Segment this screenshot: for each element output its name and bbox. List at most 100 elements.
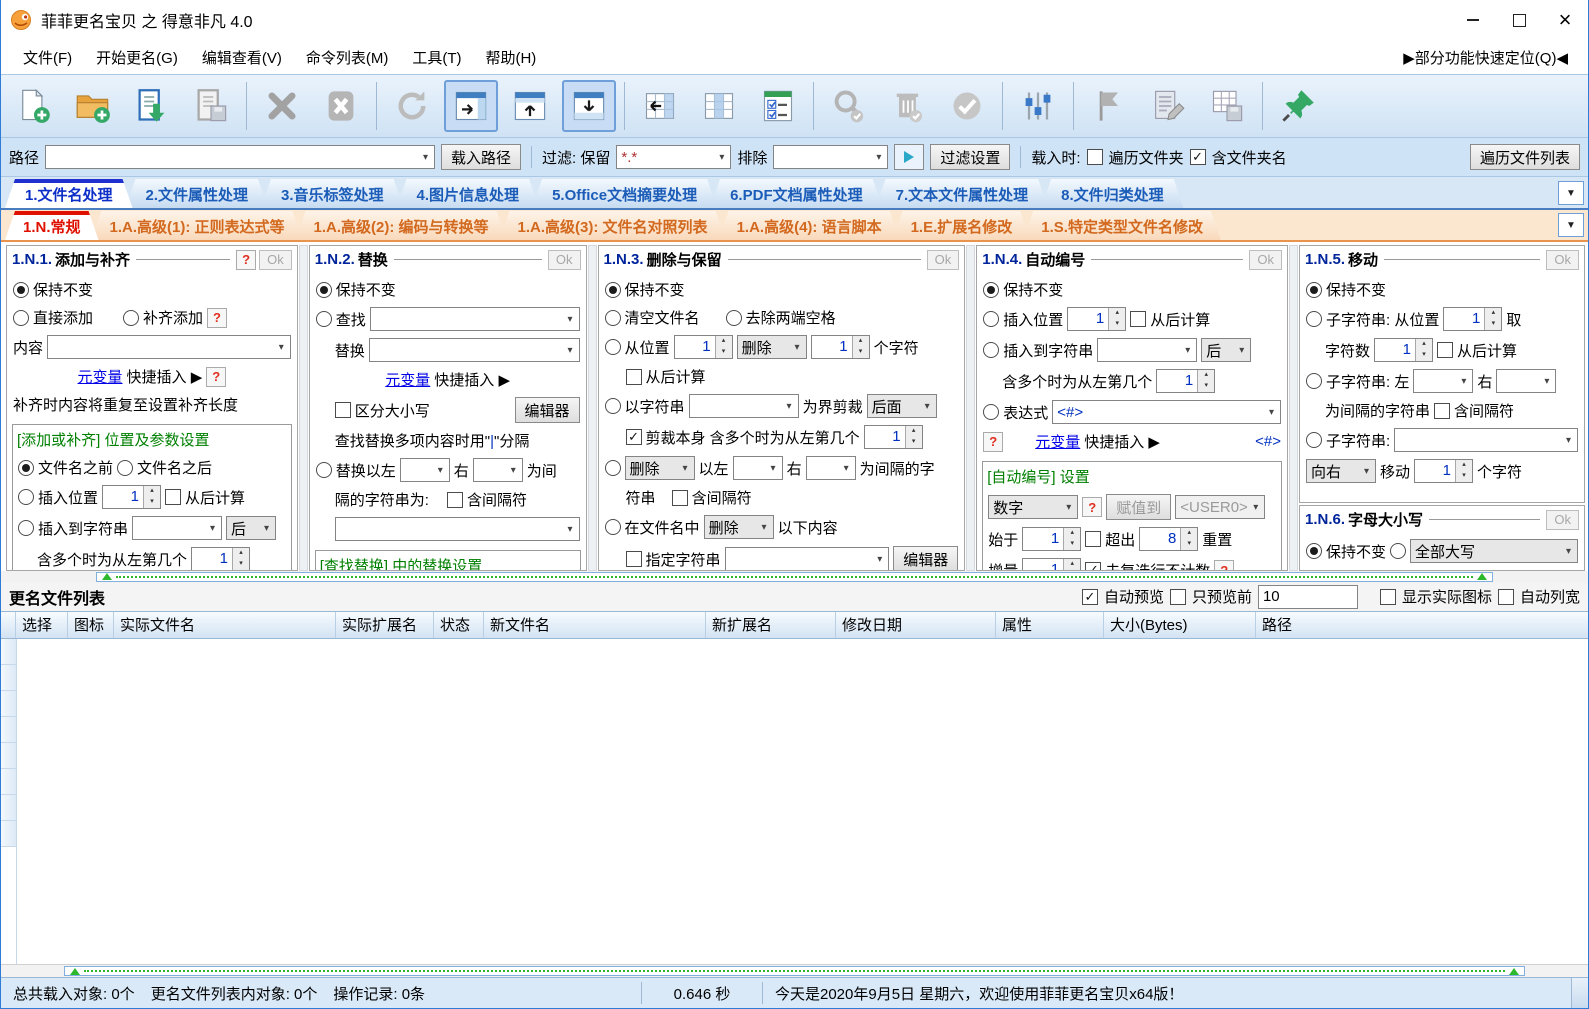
calc-from-end-checkbox[interactable] (625, 368, 642, 385)
left-sep-combobox[interactable]: ▾ (732, 456, 783, 480)
menu-start-rename[interactable]: 开始更名(G) (84, 43, 190, 72)
include-sep-checkbox[interactable] (446, 491, 463, 508)
between-replace-combobox[interactable]: ▾ (334, 517, 580, 541)
close-button[interactable]: × (1542, 0, 1588, 40)
metavar-link[interactable]: 元变量 (1035, 431, 1080, 452)
right-sep-combobox[interactable]: ▾ (1496, 369, 1557, 393)
nth-occurrence-spinner[interactable]: 1 ▴ ▾ (1156, 369, 1216, 393)
sub-tabs-dropdown-button[interactable]: ▼ (1558, 213, 1584, 237)
main-tabs-dropdown-button[interactable]: ▼ (1558, 181, 1584, 205)
menu-file[interactable]: 文件(F) (11, 43, 84, 72)
case-option-select[interactable]: 全部大写 ▾ (1410, 539, 1578, 563)
assign-to-button[interactable]: 赋值到 (1106, 494, 1172, 520)
bound-string-combobox[interactable]: ▾ (688, 394, 799, 418)
case-option-radio[interactable] (1390, 543, 1407, 559)
horizontal-splitter-bottom[interactable] (1, 965, 1588, 977)
ok-button[interactable]: Ok (259, 249, 292, 270)
include-sep-checkbox[interactable] (671, 489, 688, 506)
keep-unchanged-radio[interactable] (1306, 543, 1322, 559)
left-sep-combobox[interactable]: ▾ (399, 458, 450, 482)
insert-pos-radio[interactable] (983, 311, 1000, 327)
left-sep-combobox[interactable]: ▾ (1413, 369, 1474, 393)
cut-self-checkbox[interactable] (625, 429, 642, 445)
specified-string-combobox[interactable]: ▾ (724, 547, 890, 570)
from-pos-spinner[interactable]: 1 ▴ ▾ (673, 335, 733, 359)
filter-keep-combobox[interactable]: *.* ▾ (616, 145, 732, 169)
substr-between-radio[interactable] (1306, 373, 1322, 389)
tab-classify[interactable]: 8.文件归类处理 (1041, 179, 1184, 208)
export-table-button[interactable] (1200, 80, 1254, 132)
auto-col-width-checkbox[interactable] (1497, 588, 1514, 605)
ok-button[interactable]: Ok (547, 249, 581, 270)
tab-music-tag[interactable]: 3.音乐标签处理 (261, 179, 404, 208)
menu-tools[interactable]: 工具(T) (400, 43, 473, 72)
show-real-icons-checkbox[interactable] (1379, 588, 1396, 605)
delete-selected-button[interactable] (255, 80, 309, 132)
nth-occurrence-spinner[interactable]: 1 ▴ ▾ (191, 547, 251, 570)
substr-string-radio[interactable] (1306, 432, 1322, 448)
panel-splitter[interactable] (587, 245, 597, 571)
help-button[interactable]: ? (207, 307, 228, 328)
start-spinner[interactable]: 1 ▴ ▾ (1022, 527, 1082, 551)
tab-image-info[interactable]: 4.图片信息处理 (397, 179, 540, 208)
add-content-combobox[interactable]: ▾ (47, 335, 291, 359)
column-header-icon[interactable]: 图标 (68, 611, 114, 638)
right-sep-combobox[interactable]: ▾ (472, 458, 523, 482)
column-header-select[interactable]: 选择 (16, 611, 68, 638)
resize-grip[interactable] (1571, 978, 1588, 1008)
tab-file-attr[interactable]: 2.文件属性处理 (126, 179, 269, 208)
before-name-radio[interactable] (18, 459, 34, 476)
expression-combobox[interactable]: <#> ▾ (1052, 400, 1281, 424)
apply-rename-button[interactable] (940, 80, 994, 132)
auto-preview-checkbox[interactable] (1081, 588, 1098, 605)
load-path-button[interactable]: 载入路径 (441, 144, 522, 170)
delete-content-radio[interactable] (604, 519, 621, 535)
metavar-link[interactable]: 元变量 (385, 369, 430, 390)
metavar-link[interactable]: 元变量 (78, 366, 123, 387)
tab-office-summary[interactable]: 5.Office文档摘要处理 (532, 179, 717, 208)
help-button[interactable]: ? (983, 431, 1004, 452)
exceed-reset-checkbox[interactable] (1085, 531, 1102, 547)
nth-occurrence-spinner[interactable]: 1 ▴ ▾ (863, 425, 923, 449)
user-var-select[interactable]: <USER0> ▾ (1175, 495, 1266, 519)
clear-name-radio[interactable] (604, 309, 621, 326)
keep-unchanged-radio[interactable] (315, 281, 332, 298)
flag-mark-button[interactable] (1082, 80, 1136, 132)
ok-button[interactable]: Ok (1546, 509, 1579, 530)
keep-unchanged-radio[interactable] (604, 281, 621, 298)
cut-by-string-radio[interactable] (604, 398, 621, 414)
subtab-mapping-list[interactable]: 1.A.高级(3): 文件名对照列表 (500, 211, 726, 240)
ok-button[interactable]: Ok (1546, 249, 1579, 270)
ok-button[interactable]: Ok (1249, 249, 1282, 270)
from-position-radio[interactable] (604, 339, 621, 355)
subtab-regex[interactable]: 1.A.高级(1): 正则表达式等 (92, 211, 303, 240)
insert-pos-spinner[interactable]: 1 ▴ ▾ (1067, 307, 1127, 331)
check-options-button[interactable] (751, 80, 805, 132)
right-sep-combobox[interactable]: ▾ (805, 456, 856, 480)
preview-search-button[interactable] (822, 80, 876, 132)
insert-to-string-radio[interactable] (983, 342, 1000, 358)
menu-command-list[interactable]: 命令列表(M) (294, 43, 401, 72)
delete-keep-select3[interactable]: 删除 ▾ (703, 515, 774, 539)
column-header-path[interactable]: 路径 (1256, 612, 1588, 638)
path-combobox[interactable]: ▾ (45, 145, 436, 169)
subtab-extension[interactable]: 1.E.扩展名修改 (893, 211, 1031, 240)
delete-keep-select[interactable]: 删除 ▾ (736, 335, 807, 359)
traverse-folders-checkbox[interactable] (1086, 149, 1103, 165)
keep-unchanged-radio[interactable] (13, 281, 29, 298)
filter-exclude-combobox[interactable]: ▾ (773, 145, 889, 169)
keep-unchanged-radio[interactable] (983, 281, 1000, 298)
tab-pdf-attr[interactable]: 6.PDF文档属性处理 (710, 179, 883, 208)
insert-pos-radio[interactable] (18, 489, 34, 505)
case-sensitive-checkbox[interactable] (334, 402, 351, 418)
insert-to-string-combobox[interactable]: ▾ (1097, 338, 1198, 362)
column-header-size[interactable]: 大小(Bytes) (1104, 611, 1256, 638)
ok-button[interactable]: Ok (926, 249, 960, 270)
insert-to-string-radio[interactable] (18, 520, 34, 536)
keep-unchanged-radio[interactable] (1306, 281, 1322, 298)
tab-filename[interactable]: 1.文件名处理 (5, 179, 133, 208)
run-filter-button[interactable] (894, 144, 925, 170)
help-button[interactable]: ? (236, 249, 257, 270)
replace-combobox[interactable]: ▾ (368, 338, 580, 362)
edit-log-button[interactable] (1141, 80, 1195, 132)
